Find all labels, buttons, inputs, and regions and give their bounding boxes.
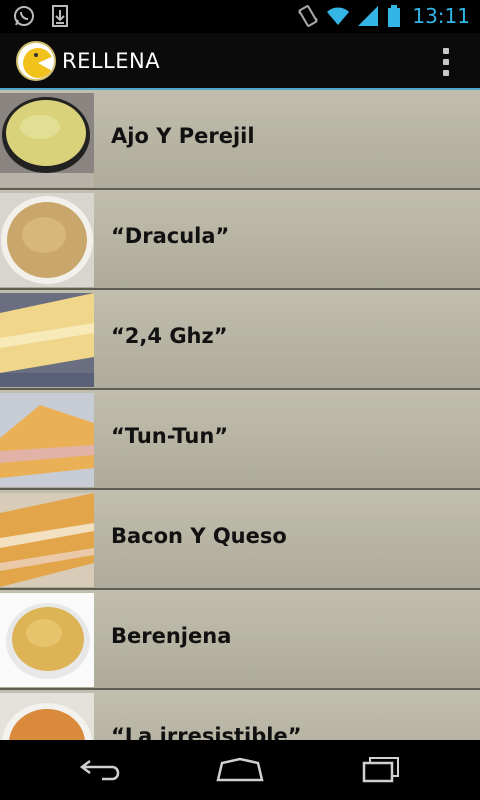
action-bar: RELLENA — [0, 33, 480, 90]
list-item[interactable]: “Tun-Tun” — [0, 390, 480, 490]
item-label: Berenjena — [111, 624, 232, 648]
download-icon — [52, 5, 68, 27]
list-item[interactable]: Ajo Y Perejil — [0, 90, 480, 190]
item-label: “La irresistible” — [111, 724, 302, 740]
recent-apps-icon[interactable] — [350, 752, 410, 788]
item-label: “Tun-Tun” — [111, 424, 229, 448]
list-item[interactable]: “La irresistible” — [0, 690, 480, 740]
navigation-bar — [0, 740, 480, 800]
signal-icon — [358, 6, 379, 26]
omelette-photo — [0, 593, 94, 687]
omelette-photo — [0, 193, 94, 287]
list-item[interactable]: Berenjena — [0, 590, 480, 690]
back-icon[interactable] — [70, 752, 130, 788]
wifi-icon — [327, 7, 350, 25]
omelette-photo — [0, 693, 94, 740]
item-label: Ajo Y Perejil — [111, 124, 255, 148]
home-icon[interactable] — [210, 752, 270, 788]
item-label: “2,4 Ghz” — [111, 324, 228, 348]
omelette-photo — [0, 393, 94, 487]
battery-icon — [388, 5, 401, 27]
whatsapp-icon — [14, 6, 34, 26]
status-bar: 13:11 — [0, 0, 480, 33]
clock: 13:11 — [412, 4, 470, 28]
vibrate-icon — [298, 5, 319, 27]
item-label: Bacon Y Queso — [111, 524, 287, 548]
item-label: “Dracula” — [111, 224, 230, 248]
omelette-photo — [0, 493, 94, 587]
list-item[interactable]: Bacon Y Queso — [0, 490, 480, 590]
page-title: RELLENA — [62, 49, 161, 73]
overflow-menu-icon[interactable] — [434, 45, 458, 79]
list-item[interactable]: “2,4 Ghz” — [0, 290, 480, 390]
list-item[interactable]: “Dracula” — [0, 190, 480, 290]
omelette-photo — [0, 293, 94, 387]
omelette-photo — [0, 93, 94, 187]
app-logo-icon[interactable] — [16, 41, 56, 81]
recipe-list: Ajo Y Perejil “Dracula” “2,4 Ghz” “Tun-T… — [0, 90, 480, 740]
